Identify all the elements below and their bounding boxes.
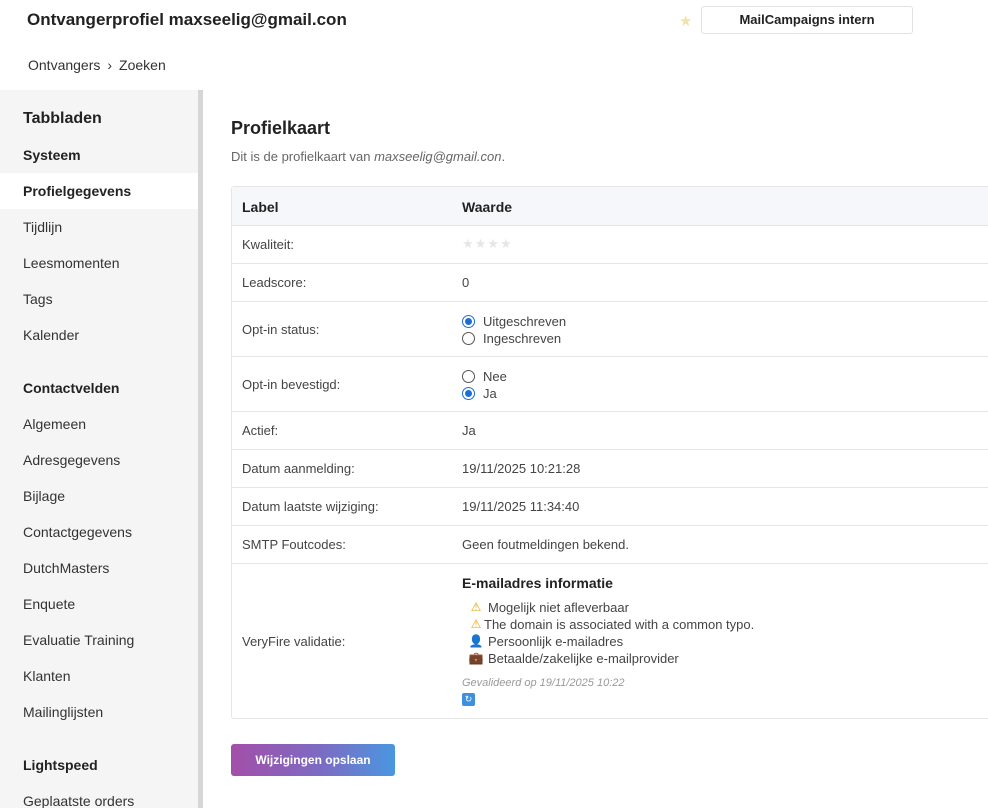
veryfire-title: E-mailadres informatie <box>462 575 613 591</box>
breadcrumb-item-zoeken[interactable]: Zoeken <box>119 57 166 73</box>
radio-button[interactable] <box>462 370 475 383</box>
signup-date-label: Datum aanmelding: <box>242 461 355 476</box>
sidebar-item-evaluatie-training[interactable]: Evaluatie Training <box>0 622 198 658</box>
optin-confirmed-radio-group: Nee Ja <box>462 368 507 402</box>
breadcrumb: Ontvangers › Zoeken <box>28 57 166 73</box>
warning-icon: ⚠ <box>470 617 482 631</box>
veryfire-label: VeryFire validatie: <box>242 634 346 649</box>
sidebar-item-algemeen[interactable]: Algemeen <box>0 406 198 442</box>
smtp-value: Geen foutmeldingen bekend. <box>462 537 629 552</box>
sidebar-item-geplaatste-orders[interactable]: Geplaatste orders <box>0 783 198 808</box>
sidebar-item-contactgegevens[interactable]: Contactgegevens <box>0 514 198 550</box>
table-row-veryfire: VeryFire validatie: E-mailadres informat… <box>232 564 988 719</box>
quality-stars[interactable]: ★★★★ <box>462 236 513 252</box>
save-changes-button[interactable]: Wijzigingen opslaan <box>231 744 395 776</box>
sidebar-heading-lightspeed: Lightspeed <box>23 757 98 773</box>
subtitle-email: maxseelig@gmail.con <box>374 149 502 164</box>
sidebar: Tabbladen Systeem Profielgegevens Tijdli… <box>0 90 198 808</box>
refresh-icon[interactable]: ↻ <box>462 693 475 706</box>
content-title: Profielkaart <box>231 118 331 138</box>
optin-status-radio-group: Uitgeschreven Ingeschreven <box>462 313 566 347</box>
profile-card: Label Waarde Kwaliteit: ★★★★ Leadscore: … <box>231 186 988 719</box>
radio-option-uitgeschreven[interactable]: Uitgeschreven <box>462 313 566 330</box>
warning-icon: ⚠ <box>470 600 482 614</box>
sidebar-heading-contactfields: Contactvelden <box>23 380 120 396</box>
radio-label: Ja <box>483 386 497 401</box>
sidebar-item-leesmomenten[interactable]: Leesmomenten <box>0 245 198 281</box>
veryfire-line: 💼 Betaalde/zakelijke e-mailprovider <box>462 650 754 667</box>
column-header-value: Waarde <box>462 199 513 215</box>
top-bar: Ontvangerprofiel maxseelig@gmail.con ★ M… <box>0 0 988 90</box>
star-icon[interactable]: ★ <box>679 12 692 30</box>
radio-button-checked[interactable] <box>462 315 475 328</box>
table-row-quality: Kwaliteit: ★★★★ <box>232 226 988 264</box>
active-label: Actief: <box>242 423 279 438</box>
radio-label: Uitgeschreven <box>483 314 567 329</box>
veryfire-line-text: Betaalde/zakelijke e-mailprovider <box>488 651 679 666</box>
sidebar-heading-tabs: Tabbladen <box>23 110 102 127</box>
leadscore-value: 0 <box>462 275 470 290</box>
table-row-smtp: SMTP Foutcodes: Geen foutmeldingen beken… <box>232 526 988 564</box>
radio-label: Nee <box>483 369 507 384</box>
leadscore-label: Leadscore: <box>242 275 307 290</box>
sidebar-item-tags[interactable]: Tags <box>0 281 198 317</box>
content-subtitle: Dit is de profielkaart van maxseelig@gma… <box>231 149 505 164</box>
veryfire-line-text: Mogelijk niet afleverbaar <box>488 600 629 615</box>
table-header-row: Label Waarde <box>232 187 988 226</box>
veryfire-line: ⚠ The domain is associated with a common… <box>462 616 755 633</box>
page-title: Ontvangerprofiel maxseelig@gmail.con <box>27 10 347 29</box>
sidebar-item-mailinglijsten[interactable]: Mailinglijsten <box>0 694 198 730</box>
sidebar-item-profielgegevens[interactable]: Profielgegevens <box>0 173 198 209</box>
table-row-leadscore: Leadscore: 0 <box>232 264 988 302</box>
optin-confirmed-label: Opt-in bevestigd: <box>242 377 341 392</box>
veryfire-info: E-mailadres informatie ⚠ Mogelijk niet a… <box>462 575 754 706</box>
person-icon: 👤 <box>468 634 484 648</box>
veryfire-line: 👤 Persoonlijk e-mailadres <box>462 633 754 650</box>
sidebar-item-adresgegevens[interactable]: Adresgegevens <box>0 442 198 478</box>
radio-option-ingeschreven[interactable]: Ingeschreven <box>462 330 566 347</box>
table-row-signup-date: Datum aanmelding: 19/11/2025 10:21:28 <box>232 450 988 488</box>
sidebar-item-dutchmasters[interactable]: DutchMasters <box>0 550 198 586</box>
veryfire-validated-date: Gevalideerd op 19/11/2025 10:22 <box>462 677 625 689</box>
sidebar-divider <box>198 90 203 808</box>
subtitle-suffix: . <box>501 149 506 164</box>
sidebar-heading-system: Systeem <box>23 147 81 163</box>
workspace-button[interactable]: MailCampaigns intern <box>701 6 913 34</box>
modified-date-label: Datum laatste wijziging: <box>242 499 379 514</box>
subtitle-prefix: Dit is de profielkaart van <box>231 149 375 164</box>
veryfire-line: ⚠ Mogelijk niet afleverbaar <box>462 599 754 616</box>
sidebar-item-enquete[interactable]: Enquete <box>0 586 198 622</box>
optin-status-label: Opt-in status: <box>242 322 320 337</box>
radio-option-nee[interactable]: Nee <box>462 368 507 385</box>
sidebar-item-tijdlijn[interactable]: Tijdlijn <box>0 209 198 245</box>
table-row-optin-status: Opt-in status: Uitgeschreven Ingeschreve… <box>232 302 988 357</box>
radio-button[interactable] <box>462 332 475 345</box>
breadcrumb-item-ontvangers[interactable]: Ontvangers <box>28 57 100 73</box>
modified-date-value: 19/11/2025 11:34:40 <box>462 499 580 514</box>
sidebar-item-klanten[interactable]: Klanten <box>0 658 198 694</box>
sidebar-item-kalender[interactable]: Kalender <box>0 317 198 353</box>
sidebar-item-bijlage[interactable]: Bijlage <box>0 478 198 514</box>
table-row-modified-date: Datum laatste wijziging: 19/11/2025 11:3… <box>232 488 988 526</box>
radio-button-checked[interactable] <box>462 387 475 400</box>
signup-date-value: 19/11/2025 10:21:28 <box>462 461 581 476</box>
table-row-active: Actief: Ja <box>232 412 988 450</box>
smtp-label: SMTP Foutcodes: <box>242 537 346 552</box>
table-row-optin-confirmed: Opt-in bevestigd: Nee Ja <box>232 357 988 412</box>
breadcrumb-separator: › <box>107 57 113 73</box>
briefcase-icon: 💼 <box>468 651 484 665</box>
quality-label: Kwaliteit: <box>242 237 295 252</box>
veryfire-line-text: Persoonlijk e-mailadres <box>488 634 624 649</box>
radio-label: Ingeschreven <box>483 331 562 346</box>
veryfire-line-text: The domain is associated with a common t… <box>484 617 755 632</box>
active-value: Ja <box>462 423 476 438</box>
radio-option-ja[interactable]: Ja <box>462 385 507 402</box>
column-header-label: Label <box>242 199 279 215</box>
